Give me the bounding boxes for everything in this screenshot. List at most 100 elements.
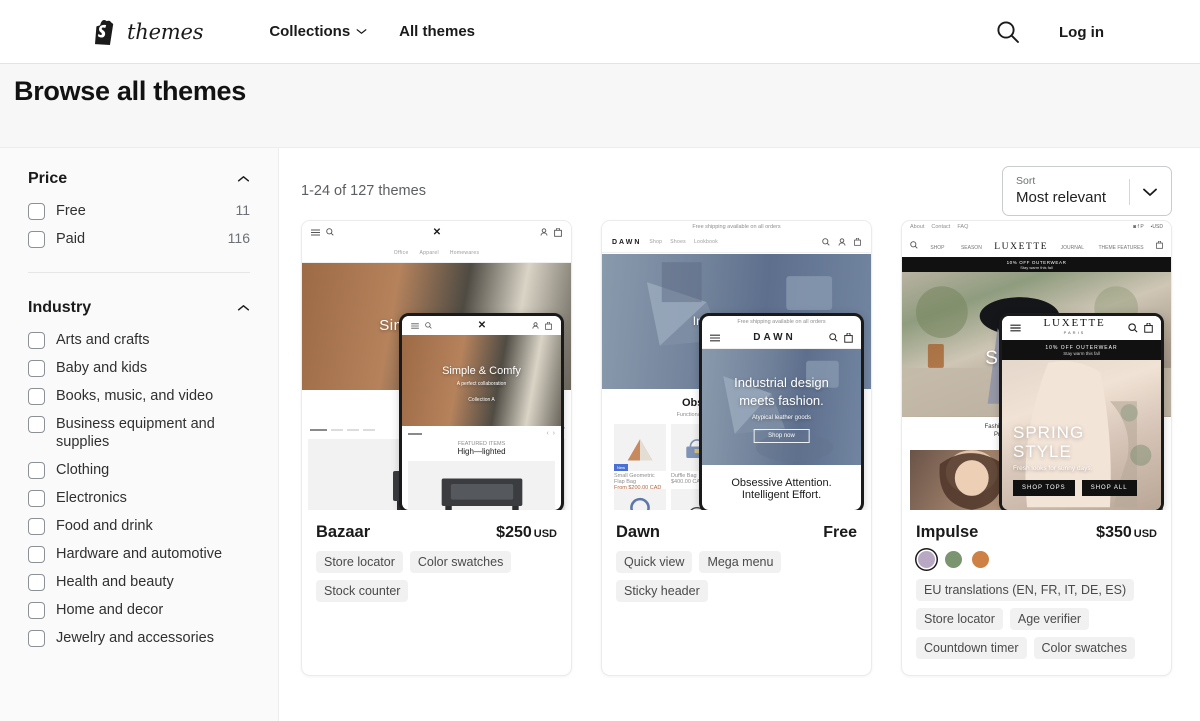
filter-group-price-header[interactable]: Price: [14, 170, 250, 188]
search-icon[interactable]: [995, 19, 1021, 45]
mobile-mockup: ✕ Simple & Comfy A perfect collaboration…: [399, 313, 564, 510]
mock-phone-announcement-text: Free shipping available on all orders: [737, 319, 825, 325]
filter-option-free-label: Free: [56, 202, 227, 220]
filter-option-baby-and-kids[interactable]: Baby and kids: [14, 354, 250, 382]
badge-new: New: [614, 464, 628, 471]
color-swatch-3[interactable]: [972, 551, 989, 568]
filter-option-jewelry-and-accessories[interactable]: Jewelry and accessories: [14, 624, 250, 652]
filter-option-clothing[interactable]: Clothing: [14, 456, 250, 484]
nav-item-collections[interactable]: Collections: [269, 23, 367, 40]
filter-option-food-and-drink[interactable]: Food and drink: [14, 512, 250, 540]
filter-option-business-equipment-and-supplies[interactable]: Business equipment and supplies: [14, 410, 250, 456]
theme-tag[interactable]: Store locator: [316, 551, 403, 573]
mock-phone-sub: Fresh looks for sunny days.: [1013, 465, 1092, 472]
theme-tag[interactable]: EU translations (EN, FR, IT, DE, ES): [916, 579, 1134, 601]
theme-tag[interactable]: Stock counter: [316, 580, 408, 602]
theme-tag[interactable]: Quick view: [616, 551, 692, 573]
mock-topbar: DAWN Shop Shoes Lookbook: [602, 232, 871, 253]
mock-phone-hero: SPRING STYLE Fresh looks for sunny days.…: [1002, 360, 1161, 510]
theme-name: Bazaar: [316, 523, 370, 542]
mock-phone-buttons: SHOP TOPS SHOP ALL: [1013, 480, 1137, 496]
mock-phone-announcement: Free shipping available on all orders: [702, 316, 861, 327]
theme-price-currency: USD: [1134, 528, 1157, 540]
theme-tag[interactable]: Sticky header: [616, 580, 708, 602]
header-actions: Log in: [995, 0, 1104, 64]
mock-social-icons: ◙ f P: [1133, 224, 1144, 230]
checkbox-electronics[interactable]: [28, 490, 45, 507]
checkbox-health-and-beauty[interactable]: [28, 574, 45, 591]
sort-separator: [1129, 179, 1130, 205]
filter-option-arts-and-crafts-label: Arts and crafts: [56, 331, 250, 349]
mock-phone-product: [408, 461, 555, 510]
checkbox-arts-and-crafts[interactable]: [28, 332, 45, 349]
filter-option-electronics[interactable]: Electronics: [14, 484, 250, 512]
theme-tag[interactable]: Store locator: [916, 608, 1003, 630]
shopify-bag-icon: [95, 19, 118, 45]
chevron-down-icon[interactable]: [1142, 187, 1158, 197]
brand-logo[interactable]: themes: [95, 19, 203, 45]
checkbox-home-and-decor[interactable]: [28, 602, 45, 619]
mock-phone-hero-button: Shop now: [753, 429, 810, 443]
filter-option-paid-label: Paid: [56, 230, 220, 248]
nav-item-all-themes[interactable]: All themes: [399, 23, 475, 40]
theme-tag[interactable]: Age verifier: [1010, 608, 1089, 630]
chevron-up-icon[interactable]: [237, 304, 250, 312]
theme-tag[interactable]: Countdown timer: [916, 637, 1027, 659]
filter-option-health-and-beauty-label: Health and beauty: [56, 573, 250, 591]
theme-price: $250USD: [496, 524, 557, 542]
filter-option-arts-and-crafts[interactable]: Arts and crafts: [14, 326, 250, 354]
mock-nav-item: THEME FEATURES: [1098, 245, 1143, 251]
filter-group-industry-header[interactable]: Industry: [14, 299, 250, 317]
checkbox-clothing[interactable]: [28, 462, 45, 479]
primary-nav: Collections All themes: [269, 23, 475, 40]
theme-info-impulse: Impulse $350USD EU translations (EN, FR,…: [902, 510, 1171, 675]
checkbox-hardware-and-automotive[interactable]: [28, 546, 45, 563]
checkbox-food-and-drink[interactable]: [28, 518, 45, 535]
filter-option-home-and-decor[interactable]: Home and decor: [14, 596, 250, 624]
chevron-up-icon[interactable]: [237, 175, 250, 183]
hamburger-icon: [1010, 324, 1021, 332]
mock-topbar: ✕: [302, 221, 571, 243]
cart-icon: [1144, 323, 1153, 333]
mock-nav-item: Lookbook: [694, 239, 718, 245]
filter-option-paid[interactable]: Paid 116: [14, 225, 250, 253]
search-icon: [910, 241, 918, 249]
theme-tag[interactable]: Mega menu: [699, 551, 781, 573]
theme-tag[interactable]: Color swatches: [410, 551, 511, 573]
search-icon: [1128, 323, 1138, 333]
mock-phone-heading-2: STYLE: [1013, 443, 1072, 460]
checkbox-paid[interactable]: [28, 231, 45, 248]
theme-card-bazaar[interactable]: ✕ Office Apparel: [301, 220, 572, 676]
theme-tag[interactable]: Color swatches: [1034, 637, 1135, 659]
theme-price-amount: $350: [1096, 524, 1132, 541]
mock-phone-announcement: 10% OFF OUTERWEAR Stay warm this fall: [1002, 340, 1161, 360]
sort-label: Sort: [1016, 175, 1106, 188]
search-icon: [425, 322, 432, 329]
checkbox-baby-and-kids[interactable]: [28, 360, 45, 377]
cart-icon: [545, 322, 552, 330]
mock-phone-hero-heading-1: Industrial design: [702, 375, 861, 390]
theme-card-impulse[interactable]: About Contact FAQ ◙ f P ▪USD SHOP SEASON: [901, 220, 1172, 676]
checkbox-free[interactable]: [28, 203, 45, 220]
mock-product-1: New Small Geometric Flap Bag From $200.0…: [614, 424, 666, 491]
color-swatch-1[interactable]: [918, 551, 935, 568]
filter-option-health-and-beauty[interactable]: Health and beauty: [14, 568, 250, 596]
checkbox-books-music-and-video[interactable]: [28, 388, 45, 405]
mock-phone-hero: Industrial design meets fashion. Atypica…: [702, 349, 861, 465]
checkbox-jewelry-and-accessories[interactable]: [28, 630, 45, 647]
mobile-mockup: LUXETTE PARIS 10% OFF OUTERWEAR Stay war…: [999, 313, 1164, 510]
filter-option-books-music-and-video[interactable]: Books, music, and video: [14, 382, 250, 410]
filter-option-free[interactable]: Free 11: [14, 197, 250, 225]
theme-title-row: Impulse $350USD: [916, 523, 1157, 542]
mock-nav: Office Apparel Homewares: [302, 243, 571, 263]
mock-phone-heading-1: Obsessive Attention.: [702, 477, 861, 489]
color-swatch-2[interactable]: [945, 551, 962, 568]
login-link[interactable]: Log in: [1059, 24, 1104, 41]
sort-dropdown[interactable]: Sort Most relevant: [1002, 166, 1172, 216]
theme-card-dawn[interactable]: Free shipping available on all orders DA…: [601, 220, 872, 676]
hamburger-icon: [311, 229, 320, 236]
checkbox-business-equipment-and-supplies[interactable]: [28, 416, 45, 433]
mock-announcement-bar: 10% OFF OUTERWEAR Stay warm this fall: [902, 257, 1171, 272]
mock-utility-link: Contact: [931, 224, 950, 230]
filter-option-hardware-and-automotive[interactable]: Hardware and automotive: [14, 540, 250, 568]
